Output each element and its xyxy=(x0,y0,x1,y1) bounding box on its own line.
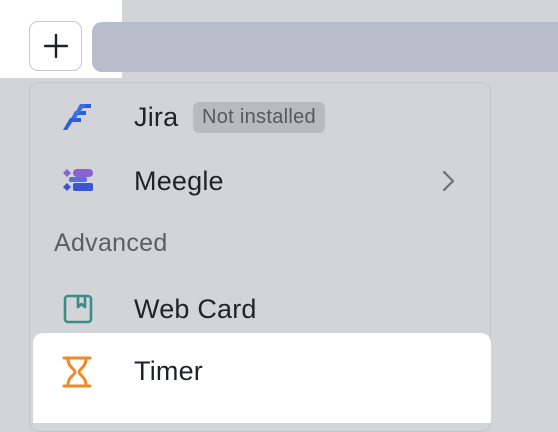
menu-item-label: Meegle xyxy=(134,165,224,196)
menu-item-label: Jira xyxy=(134,101,179,132)
web-card-icon xyxy=(61,292,95,326)
menu-item-jira[interactable]: Jira Not installed xyxy=(30,85,490,149)
section-heading-advanced: Advanced xyxy=(54,229,168,257)
menu-item-label: Web Card xyxy=(134,293,257,324)
hourglass-icon xyxy=(60,355,94,389)
meegle-icon xyxy=(61,164,95,198)
menu-item-timer[interactable]: Timer xyxy=(33,333,491,423)
search-bar[interactable] xyxy=(92,22,558,72)
menu-item-meegle[interactable]: Meegle xyxy=(30,149,490,213)
status-badge: Not installed xyxy=(193,102,325,133)
plus-icon xyxy=(43,33,68,59)
add-button[interactable] xyxy=(29,21,82,71)
chevron-right-icon xyxy=(442,170,455,192)
jira-icon xyxy=(61,100,95,134)
menu-item-label: Timer xyxy=(134,356,203,386)
menu-item-web-card[interactable]: Web Card xyxy=(30,277,490,341)
